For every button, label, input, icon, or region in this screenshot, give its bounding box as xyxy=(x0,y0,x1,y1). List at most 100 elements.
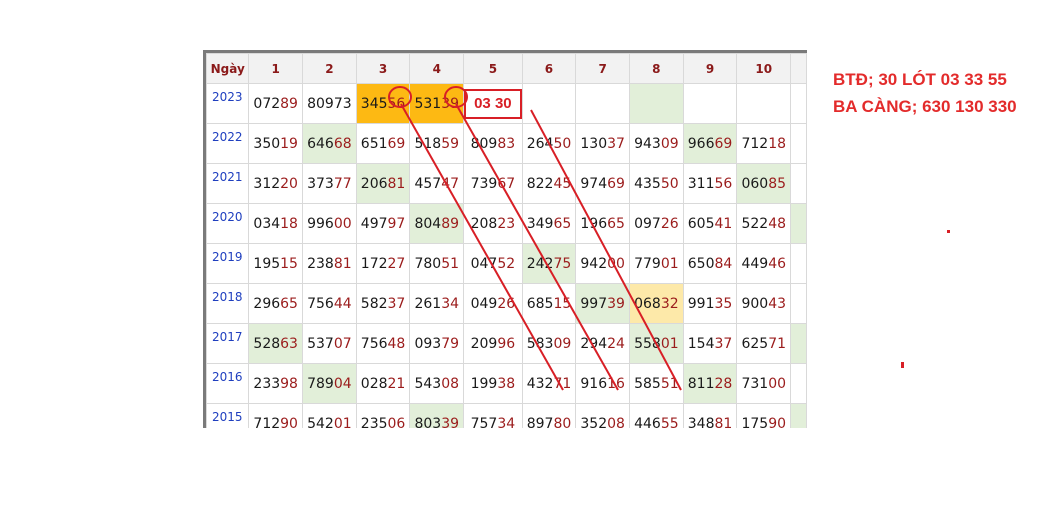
header-col-1: 1 xyxy=(248,53,304,84)
number-tail: 09 xyxy=(660,135,679,152)
number-head: 446 xyxy=(634,415,661,429)
number-head: 966 xyxy=(687,135,715,152)
number-tail: 38 xyxy=(497,375,516,392)
number-head: 991 xyxy=(687,295,715,312)
result-cell: 09379 xyxy=(409,323,465,364)
number-tail: 46 xyxy=(768,255,787,272)
result-cell: 31220 xyxy=(248,163,304,204)
header-day: Ngày xyxy=(206,53,250,84)
result-cell: 90043 xyxy=(736,283,792,324)
result-cell xyxy=(629,83,684,124)
number-head: 296 xyxy=(253,295,281,312)
number-head: 172 xyxy=(360,255,388,272)
number-tail: 06 xyxy=(387,415,406,429)
number-head: 650 xyxy=(687,255,715,272)
number-head: 756 xyxy=(360,335,388,352)
number-tail: 27 xyxy=(387,255,406,272)
result-cell: 71290 xyxy=(248,403,304,428)
number-tail: 50 xyxy=(553,135,572,152)
number-head: 809 xyxy=(470,135,498,152)
number-tail: 00 xyxy=(607,255,625,272)
result-cell: 29665 xyxy=(248,283,304,324)
number-head: 199 xyxy=(470,375,498,392)
lottery-results-table: Ngày 1 2 3 4 5 6 7 8 9 10 2023 07289 80973 34556 5313… xyxy=(206,53,807,428)
number-head: 432 xyxy=(526,375,554,392)
edge-cell xyxy=(790,323,807,364)
year-cell: 2019 xyxy=(206,243,250,284)
result-cell: 73967 xyxy=(463,163,523,204)
edge-cell xyxy=(790,83,807,124)
number-tail: 15 xyxy=(553,295,572,312)
result-cell: 81128 xyxy=(682,363,738,404)
number-tail: 34 xyxy=(441,295,460,312)
number-tail: 71 xyxy=(553,375,572,392)
number-head: 049 xyxy=(470,295,498,312)
number-head: 811 xyxy=(687,375,715,392)
number-head: 196 xyxy=(580,215,608,232)
result-cell: 03 30 xyxy=(463,83,523,124)
number-tail: 41 xyxy=(714,215,733,232)
result-cell: 26134 xyxy=(409,283,465,324)
number-head: 974 xyxy=(580,175,608,192)
result-cell: 23506 xyxy=(355,403,411,429)
number-tail: 48 xyxy=(387,335,406,352)
number-tail: 04 xyxy=(333,375,352,392)
number-tail: 39 xyxy=(441,95,460,112)
number-head: 060 xyxy=(741,175,769,192)
number-tail: 09 xyxy=(553,335,572,352)
year-cell: 2018 xyxy=(206,283,250,324)
result-cell: 19665 xyxy=(575,203,631,244)
number-tail: 48 xyxy=(768,215,787,232)
number-head: 345 xyxy=(360,95,388,112)
result-cell: 13037 xyxy=(575,123,631,164)
number-head: 731 xyxy=(741,375,769,392)
number-head: 518 xyxy=(414,135,442,152)
result-cell: 99135 xyxy=(682,283,738,324)
result-cell: 24275 xyxy=(521,243,577,284)
number-tail: 65 xyxy=(607,215,625,232)
result-cell: 20681 xyxy=(355,163,411,204)
number-tail: 26 xyxy=(497,295,516,312)
number-tail: 39 xyxy=(607,295,625,312)
number-tail: 01 xyxy=(333,415,352,429)
number-head: 585 xyxy=(634,375,661,392)
result-cell: 23881 xyxy=(302,243,357,284)
number-head: 900 xyxy=(741,295,769,312)
number-tail: 00 xyxy=(768,375,787,392)
number-tail: 85 xyxy=(768,175,787,192)
result-cell: 07289 xyxy=(248,83,304,124)
table-row: 2020 03418 99600 49797 80489 20823 34965 19665 0… xyxy=(206,203,807,244)
number-tail: 51 xyxy=(441,255,460,272)
result-cell: 34881 xyxy=(682,403,738,428)
result-cell: 43271 xyxy=(521,363,577,404)
result-cell: 75734 xyxy=(463,403,523,429)
table-row: 2022 35019 64668 65169 51859 80983 26450 13037 9… xyxy=(206,123,807,164)
number-tail: 83 xyxy=(497,135,516,152)
table-header-row: Ngày 1 2 3 4 5 6 7 8 9 10 xyxy=(206,53,807,84)
result-cell: 44946 xyxy=(736,243,792,284)
lottery-results-table-panel: Ngày 1 2 3 4 5 6 7 8 9 10 2023 07289 80973 34556 5313… xyxy=(203,50,807,428)
number-head: 757 xyxy=(470,415,498,429)
number-head: 780 xyxy=(414,255,442,272)
result-cell: 19515 xyxy=(248,243,304,284)
number-tail: 56 xyxy=(714,175,733,192)
year-cell: 2017 xyxy=(206,323,250,364)
number-tail: 79 xyxy=(441,335,460,352)
number-tail: 63 xyxy=(280,335,298,352)
table-row: 2021 31220 37377 20681 45747 73967 82245 97469 4… xyxy=(206,163,807,204)
number-head: 311 xyxy=(687,175,715,192)
number-tail: 77 xyxy=(333,175,352,192)
header-edge xyxy=(790,53,807,84)
result-cell: 31156 xyxy=(682,163,738,204)
number-head: 739 xyxy=(470,175,498,192)
result-cell: 52248 xyxy=(736,203,792,244)
table-row: 2016 23398 78904 02821 54308 19938 43271 91616 5… xyxy=(206,363,807,404)
number-head: 093 xyxy=(414,335,442,352)
number-tail: 81 xyxy=(333,255,352,272)
header-col-8: 8 xyxy=(629,53,684,84)
result-cell: 64668 xyxy=(302,123,357,164)
number-head: 130 xyxy=(580,135,608,152)
edge-cell xyxy=(790,163,807,204)
number-head: 625 xyxy=(741,335,769,352)
red-dot-2 xyxy=(901,362,904,368)
